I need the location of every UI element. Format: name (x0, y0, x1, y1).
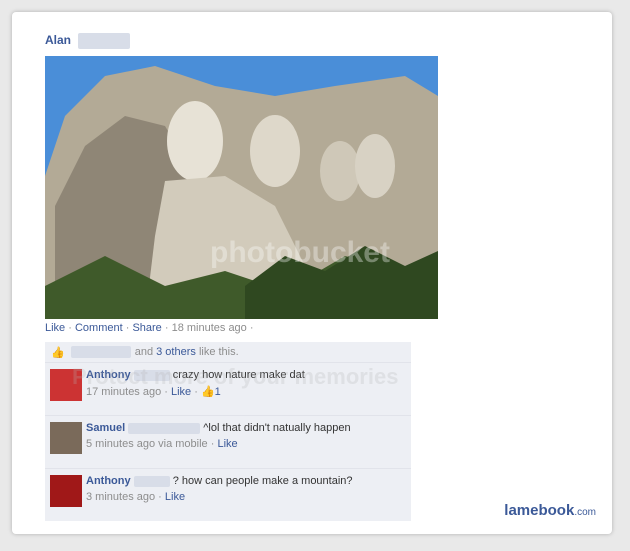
photobucket-overlay-text: Protect more of your memories (72, 364, 399, 389)
comment-timestamp[interactable]: 5 minutes ago via mobile (86, 438, 208, 450)
comment-item: Anthony ? how can people make a mountain… (45, 469, 411, 521)
mount-rushmore-image (45, 56, 438, 319)
author-name[interactable]: Alan (45, 33, 71, 47)
photobucket-watermark: photobucket (210, 236, 390, 269)
likes-suffix: like this. (198, 346, 239, 358)
post-photo[interactable]: photobucket (45, 56, 438, 319)
post-timestamp[interactable]: 18 minutes ago (172, 322, 247, 334)
comment-meta: 3 minutes ago · Like (86, 491, 186, 503)
likes-others-link[interactable]: 3 others (156, 346, 196, 358)
commenter-name[interactable]: Samuel (86, 422, 125, 434)
comment-like-link[interactable]: Like (217, 438, 237, 450)
post-actions: Like · Comment · Share · 18 minutes ago … (45, 322, 254, 334)
comment-text: ? how can people make a mountain? (172, 475, 353, 487)
comment-timestamp[interactable]: 3 minutes ago (86, 491, 155, 503)
redacted-surname (128, 422, 201, 434)
redacted-liker[interactable] (70, 346, 131, 358)
comment-item: Samuel ^lol that didn't natually happen … (45, 416, 411, 469)
post-card: Alan photobucket Like · Comment · Share … (12, 12, 612, 534)
comment-body: Anthony ? how can people make a mountain… (86, 475, 406, 503)
avatar[interactable] (50, 422, 82, 454)
brand-name: lamebook (504, 502, 575, 519)
like-link[interactable]: Like (45, 322, 65, 334)
commenter-name[interactable]: Anthony (86, 475, 131, 487)
comment-meta: 5 minutes ago via mobile · Like (86, 438, 238, 450)
redacted-surname (78, 33, 131, 49)
comment-link[interactable]: Comment (75, 322, 123, 334)
avatar[interactable] (50, 475, 82, 507)
post-author[interactable]: Alan (45, 33, 131, 49)
redacted-surname (133, 475, 170, 487)
comment-text: ^lol that didn't natually happen (203, 422, 351, 434)
lamebook-logo: lamebook.com (504, 502, 596, 519)
comment-body: Samuel ^lol that didn't natually happen … (86, 422, 406, 450)
likes-connector: and (134, 346, 154, 358)
share-link[interactable]: Share (132, 322, 161, 334)
comment-like-link[interactable]: Like (165, 491, 185, 503)
brand-domain: .com (574, 507, 596, 518)
likes-summary: 👍 and 3 others like this. (45, 342, 411, 363)
thumbs-up-icon: 👍 (51, 346, 65, 359)
